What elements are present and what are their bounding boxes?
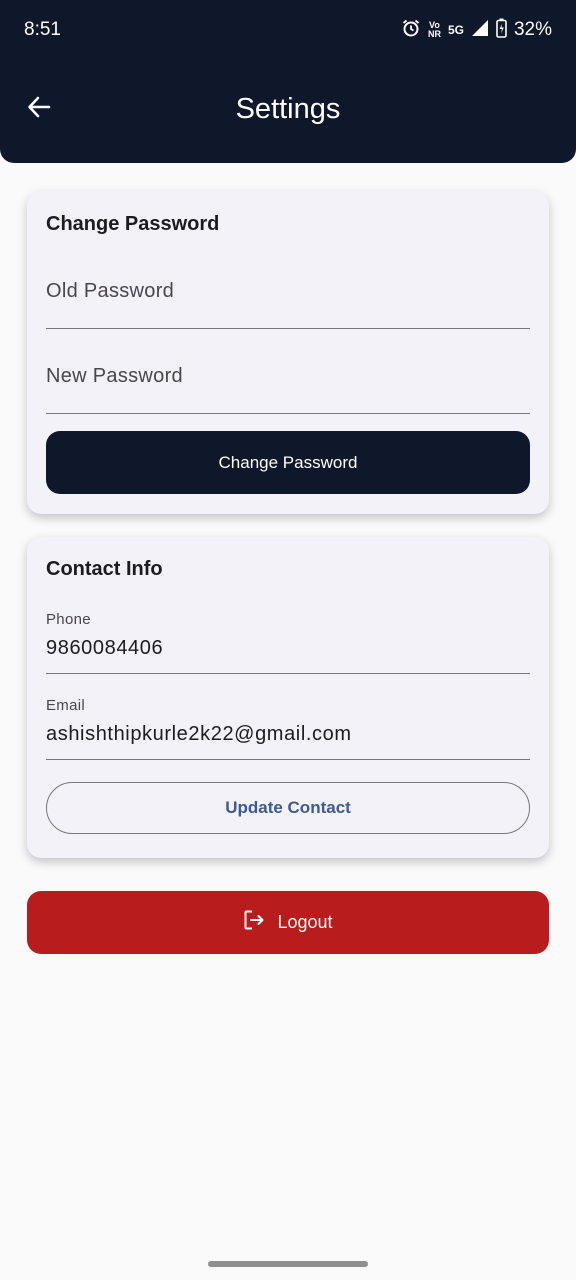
network-type: 5G: [447, 23, 464, 37]
battery-icon: [496, 18, 507, 43]
update-contact-button[interactable]: Update Contact: [46, 782, 530, 834]
logout-icon: [243, 909, 265, 936]
phone-value: 9860084406: [46, 637, 164, 659]
alarm-icon: [401, 18, 421, 43]
new-password-placeholder: New Password: [46, 365, 183, 387]
old-password-placeholder: Old Password: [46, 280, 175, 302]
change-password-card: Change Password Old Password New Passwor…: [27, 191, 549, 514]
page-title: Settings: [235, 93, 341, 125]
button-label: Update Contact: [225, 798, 351, 817]
logout-button[interactable]: Logout: [27, 891, 549, 954]
app-bar: 8:51 Vo NR 5G 32% Settings: [0, 0, 576, 163]
old-password-field[interactable]: Old Password: [46, 263, 530, 329]
change-password-button[interactable]: Change Password: [46, 431, 530, 494]
logout-label: Logout: [277, 912, 333, 932]
signal-icon: [471, 19, 489, 42]
phone-field[interactable]: Phone 9860084406: [46, 605, 530, 674]
new-password-field[interactable]: New Password: [46, 348, 530, 414]
contact-info-card: Contact Info Phone 9860084406 Email ashi…: [27, 537, 549, 858]
button-label: Change Password: [218, 452, 358, 472]
email-field[interactable]: Email ashishthipkurle2k22@gmail.com: [46, 691, 530, 760]
status-icons: Vo NR 5G 32%: [401, 17, 552, 43]
home-indicator[interactable]: [208, 1261, 368, 1267]
email-label: Email: [46, 697, 86, 714]
card-title: Change Password: [46, 213, 220, 235]
volte-indicator: Vo NR: [427, 20, 441, 39]
email-value: ashishthipkurle2k22@gmail.com: [46, 723, 352, 745]
battery-percent: 32%: [513, 19, 552, 40]
phone-label: Phone: [46, 611, 91, 628]
card-title: Contact Info: [46, 558, 163, 580]
status-time: 8:51: [24, 19, 61, 40]
